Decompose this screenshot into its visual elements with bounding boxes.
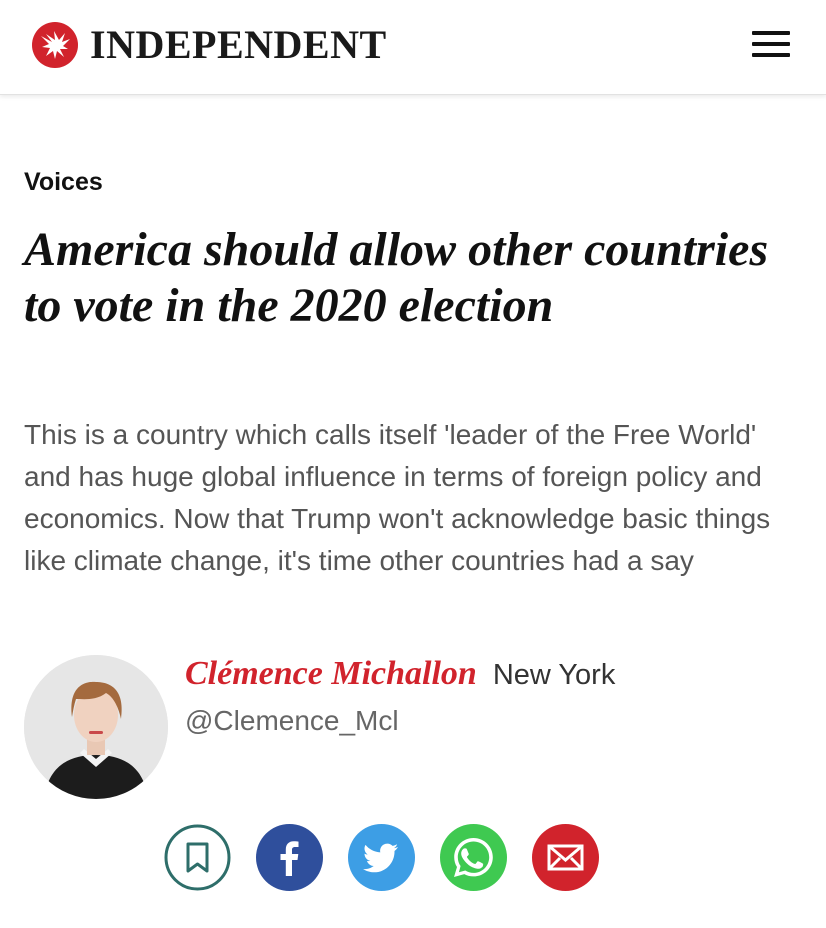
article-standfirst: This is a country which calls itself 'le… bbox=[24, 419, 771, 576]
twitter-share-button[interactable] bbox=[348, 824, 415, 891]
bookmark-icon bbox=[164, 824, 231, 891]
facebook-share-button[interactable] bbox=[256, 824, 323, 891]
section-label[interactable]: Voices bbox=[24, 168, 103, 197]
author-twitter-handle[interactable]: @Clemence_Mcl bbox=[185, 705, 399, 737]
share-bar bbox=[164, 824, 624, 892]
author-line: Clémence Michallon New York bbox=[185, 655, 615, 695]
eagle-icon bbox=[32, 22, 78, 68]
whatsapp-icon bbox=[440, 824, 507, 891]
author-avatar[interactable] bbox=[24, 655, 168, 799]
article-headline: America should allow other countries to … bbox=[24, 223, 769, 332]
facebook-icon bbox=[256, 824, 323, 891]
email-icon bbox=[532, 824, 599, 891]
hamburger-icon bbox=[752, 31, 790, 35]
site-logo[interactable]: INDEPENDENT bbox=[32, 20, 387, 70]
whatsapp-share-button[interactable] bbox=[440, 824, 507, 891]
bookmark-button[interactable] bbox=[164, 824, 231, 891]
email-share-button[interactable] bbox=[532, 824, 599, 891]
author-location: New York bbox=[492, 659, 616, 691]
menu-button[interactable] bbox=[752, 31, 792, 59]
brand-name: INDEPENDENT bbox=[90, 22, 387, 67]
author-byline: Clémence Michallon New York @Clemence_Mc… bbox=[24, 655, 804, 805]
author-photo bbox=[24, 655, 168, 799]
site-header: INDEPENDENT bbox=[0, 0, 826, 95]
twitter-icon bbox=[348, 824, 415, 891]
author-name-link[interactable]: Clémence Michallon bbox=[185, 655, 477, 693]
